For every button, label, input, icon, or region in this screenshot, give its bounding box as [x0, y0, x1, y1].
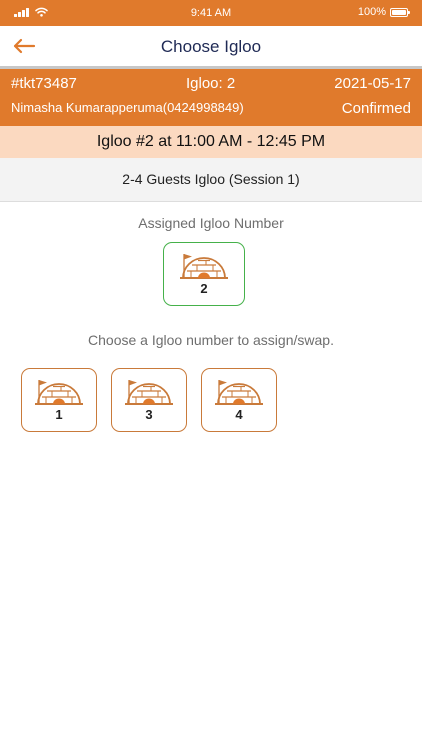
igloo-icon [180, 254, 228, 279]
igloo-number: 4 [235, 407, 243, 422]
igloo-icon [125, 380, 173, 405]
ticket-summary: #tkt73487 Igloo: 2 2021-05-17 Nimasha Ku… [0, 66, 422, 126]
ticket-date: 2021-05-17 [334, 75, 411, 92]
igloo-icon [35, 380, 83, 405]
choose-label: Choose a Igloo number to assign/swap. [88, 332, 334, 348]
igloo-number: 3 [145, 407, 153, 422]
igloo-option-card[interactable]: 4 [201, 368, 277, 432]
igloo-number: 1 [55, 407, 63, 422]
session-name: 2-4 Guests Igloo (Session 1) [0, 158, 422, 202]
igloo-option-card[interactable]: 3 [111, 368, 187, 432]
battery-percent: 100% [357, 6, 386, 18]
status-bar: 9:41 AM 100% [0, 0, 422, 26]
ticket-igloo: Igloo: 2 [186, 75, 236, 92]
page-title: Choose Igloo [160, 37, 262, 56]
igloo-icon [215, 380, 263, 405]
igloo-option-card[interactable]: 1 [21, 368, 97, 432]
status-right: 100% [357, 6, 410, 18]
ticket-status: Confirmed [341, 100, 411, 117]
ticket-id: #tkt73487 [11, 75, 77, 92]
assigned-igloo-card[interactable]: 2 [163, 242, 245, 306]
nav-bar: Choose Igloo [0, 26, 422, 66]
assigned-label: Assigned Igloo Number [138, 215, 284, 231]
igloo-number: 2 [200, 281, 208, 296]
customer-name: Nimasha Kumarapperuma(0424998849) [11, 100, 244, 115]
booking-slot: Igloo #2 at 11:00 AM - 12:45 PM [0, 126, 422, 158]
battery-icon [390, 7, 410, 17]
